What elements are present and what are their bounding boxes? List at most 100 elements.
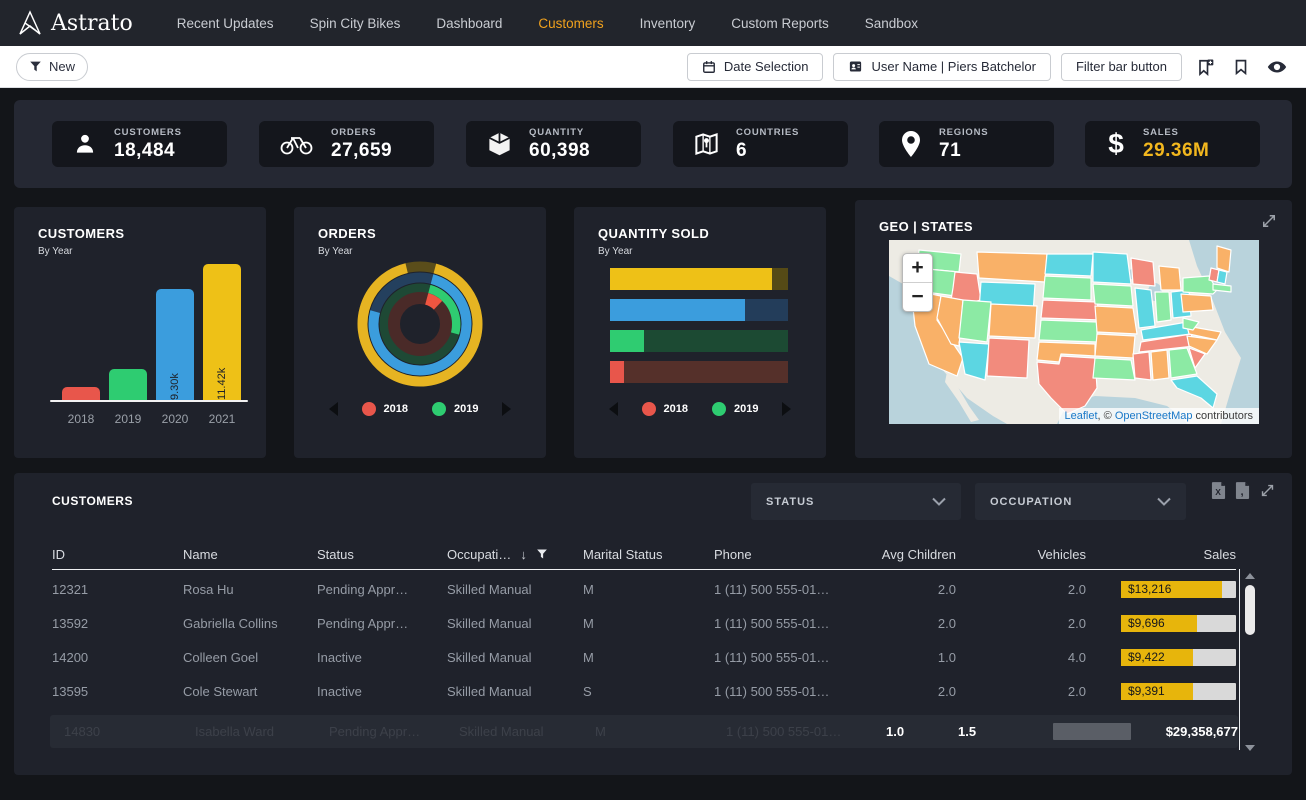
zoom-out-button[interactable]: −	[903, 283, 932, 311]
table-row[interactable]: 14200Colleen GoelInactiveSkilled ManualM…	[52, 640, 1236, 674]
quantity-chart-card: QUANTITY SOLD By Year 20182019	[574, 207, 826, 458]
kpi-quantity[interactable]: QUANTITY60,398	[466, 121, 641, 167]
sales-bar: $9,696	[1121, 615, 1236, 632]
user-badge-icon	[848, 59, 863, 74]
app: Astrato Recent UpdatesSpin City BikesDas…	[0, 0, 1306, 800]
dollar-icon: $	[1105, 129, 1127, 159]
calendar-icon	[702, 60, 716, 74]
brand[interactable]: Astrato	[18, 10, 133, 36]
kpi-sales[interactable]: $ SALES29.36M	[1085, 121, 1260, 167]
table-row[interactable]: 13592Gabriella CollinsPending Appr…Skill…	[52, 606, 1236, 640]
hbar-2019[interactable]	[610, 330, 788, 352]
col-header-status[interactable]: Status	[317, 547, 447, 562]
hbar-2021[interactable]	[610, 268, 788, 290]
legend-item-2019[interactable]: 2019	[432, 402, 478, 416]
legend-item-2018[interactable]: 2018	[362, 402, 408, 416]
kpi-regions[interactable]: REGIONS71	[879, 121, 1054, 167]
scroll-down-icon[interactable]	[1245, 745, 1255, 751]
map-zoom-control: + −	[902, 253, 933, 312]
legend-prev-icon[interactable]	[329, 402, 338, 416]
scroll-up-icon[interactable]	[1245, 573, 1255, 579]
legend-prev-icon[interactable]	[609, 402, 618, 416]
leaflet-link[interactable]: Leaflet	[1065, 410, 1098, 422]
nav-item-custom-reports[interactable]: Custom Reports	[713, 16, 847, 31]
kpi-countries[interactable]: COUNTRIES6	[673, 121, 848, 167]
customers-chart-card: CUSTOMERS By Year 9.30k11.42k 2018201920…	[14, 207, 266, 458]
col-header-occupation[interactable]: Occupati… ↓	[447, 547, 583, 562]
table-body: 12321Rosa HuPending Appr…Skilled ManualM…	[52, 572, 1236, 708]
export-excel-icon[interactable]: X	[1211, 482, 1226, 499]
legend-dot	[642, 402, 656, 416]
totals-sales-bar	[1053, 723, 1131, 740]
nav-item-recent-updates[interactable]: Recent Updates	[159, 16, 292, 31]
filter-bar-button[interactable]: Filter bar button	[1061, 53, 1182, 81]
bar-2019[interactable]	[109, 369, 147, 400]
eye-icon[interactable]	[1264, 54, 1290, 80]
table-row[interactable]: 12321Rosa HuPending Appr…Skilled ManualM…	[52, 572, 1236, 606]
col-header-sales[interactable]: Sales	[1086, 547, 1236, 562]
nav-item-spin-city-bikes[interactable]: Spin City Bikes	[292, 16, 419, 31]
funnel-icon	[29, 60, 42, 73]
hbar-fill	[610, 268, 772, 290]
bookmark-add-icon[interactable]	[1192, 54, 1218, 80]
status-filter-dropdown[interactable]: STATUS	[751, 483, 961, 520]
user-button[interactable]: User Name | Piers Batchelor	[833, 53, 1051, 81]
sales-bar: $9,422	[1121, 649, 1236, 666]
bar-2021[interactable]: 11.42k	[203, 264, 241, 400]
legend-next-icon[interactable]	[502, 402, 511, 416]
map-icon	[693, 130, 720, 158]
nav-item-inventory[interactable]: Inventory	[622, 16, 714, 31]
table-scrollbar[interactable]	[1244, 573, 1256, 751]
us-map[interactable]: + − Leaflet, © OpenStreetMap contributor…	[889, 240, 1259, 424]
bar-2018[interactable]	[62, 387, 100, 400]
legend-dot	[362, 402, 376, 416]
sort-desc-icon[interactable]: ↓	[520, 547, 527, 562]
legend-item-2018[interactable]: 2018	[642, 402, 688, 416]
hbar-fill	[610, 330, 644, 352]
legend-item-2019[interactable]: 2019	[712, 402, 758, 416]
location-pin-icon	[899, 130, 923, 158]
quantity-legend: 2018 2019	[574, 402, 826, 416]
col-header-avg-children[interactable]: Avg Children	[874, 547, 956, 562]
expand-icon[interactable]	[1259, 482, 1276, 499]
kpi-customers[interactable]: CUSTOMERS 18,484	[52, 121, 227, 167]
zoom-in-button[interactable]: +	[903, 254, 932, 283]
export-csv-icon[interactable]: ,	[1235, 482, 1250, 499]
bar-2020[interactable]: 9.30k	[156, 289, 194, 400]
col-header-vehicles[interactable]: Vehicles	[956, 547, 1086, 562]
table-row[interactable]: 13595Cole StewartInactiveSkilled ManualS…	[52, 674, 1236, 708]
col-header-name[interactable]: Name	[183, 547, 317, 562]
col-header-id[interactable]: ID	[52, 547, 183, 562]
quantity-bar-plot	[610, 268, 788, 392]
svg-text:$: $	[1108, 129, 1124, 159]
kpi-value: 18,484	[114, 140, 182, 162]
hbar-2020[interactable]	[610, 299, 788, 321]
nav-item-customers[interactable]: Customers	[520, 16, 621, 31]
filter-funnel-icon[interactable]	[536, 548, 548, 560]
x-tick-label: 2020	[156, 412, 194, 426]
occupation-filter-dropdown[interactable]: OCCUPATION	[975, 483, 1186, 520]
orders-donut[interactable]	[345, 249, 495, 399]
legend-dot	[712, 402, 726, 416]
table-totals-row: 14830 Isabella Ward Pending Appr… Skille…	[50, 715, 1238, 748]
nav-item-sandbox[interactable]: Sandbox	[847, 16, 936, 31]
col-header-marital[interactable]: Marital Status	[583, 547, 714, 562]
toolbar-right: Date Selection User Name | Piers Batchel…	[687, 53, 1290, 81]
kpi-orders[interactable]: ORDERS27,659	[259, 121, 434, 167]
new-filter-pill[interactable]: New	[16, 53, 88, 81]
legend-next-icon[interactable]	[782, 402, 791, 416]
osm-link[interactable]: OpenStreetMap	[1115, 410, 1193, 422]
kpi-label: CUSTOMERS	[114, 127, 182, 138]
hbar-2018[interactable]	[610, 361, 788, 383]
x-tick-label: 2021	[203, 412, 241, 426]
kpi-band: CUSTOMERS 18,484 ORDERS27,659 QUANTITY60,…	[14, 100, 1292, 188]
bookmark-icon[interactable]	[1228, 54, 1254, 80]
x-tick-label: 2019	[109, 412, 147, 426]
expand-icon[interactable]	[1260, 212, 1278, 230]
legend-dot	[432, 402, 446, 416]
scrollbar-thumb[interactable]	[1245, 585, 1255, 635]
col-header-phone[interactable]: Phone	[714, 547, 874, 562]
date-selection-button[interactable]: Date Selection	[687, 53, 824, 81]
sales-bar: $9,391	[1121, 683, 1236, 700]
nav-item-dashboard[interactable]: Dashboard	[418, 16, 520, 31]
